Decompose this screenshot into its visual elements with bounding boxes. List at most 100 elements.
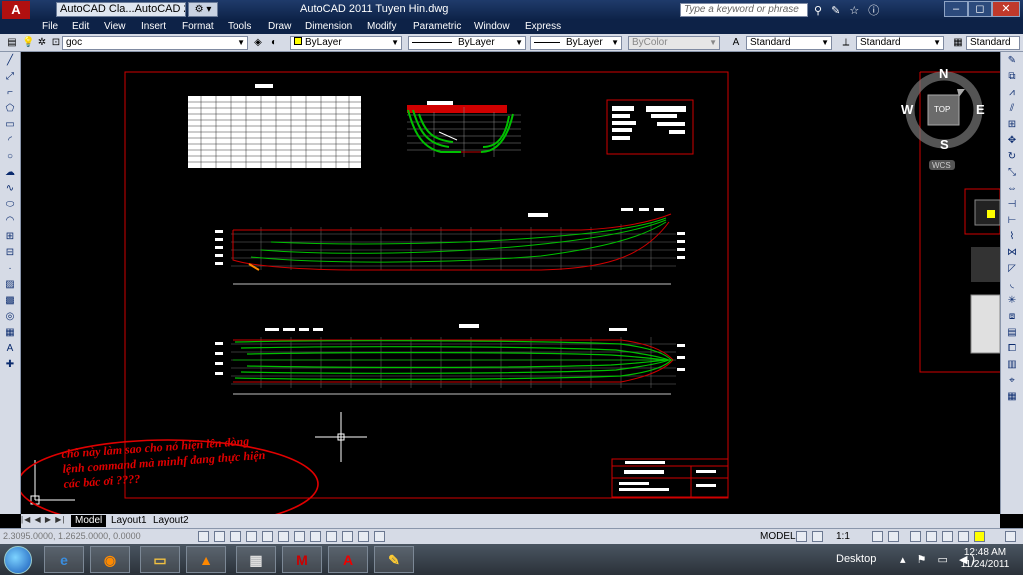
isolate-objects-icon[interactable]: [958, 531, 969, 542]
tab-layout1[interactable]: Layout1: [107, 515, 151, 527]
layer-walk-icon[interactable]: ▤: [1004, 326, 1021, 340]
hardware-accel-icon[interactable]: [942, 531, 953, 542]
gradient-icon[interactable]: ▩: [2, 294, 19, 308]
explode-icon[interactable]: ✳: [1004, 294, 1021, 308]
autocad-task-icon[interactable]: A: [328, 546, 368, 573]
group-icon[interactable]: ⧠: [1004, 342, 1021, 356]
menu-edit[interactable]: Edit: [72, 21, 89, 32]
system-clock[interactable]: 12:48 AM 11/24/2011: [955, 547, 1015, 571]
quickview-layouts-icon[interactable]: [796, 531, 807, 542]
polar-toggle-icon[interactable]: [246, 531, 257, 542]
scale-icon[interactable]: ⤡: [1004, 166, 1021, 180]
mirror-icon[interactable]: ⩘: [1004, 86, 1021, 100]
wcs-menu[interactable]: WCS: [932, 161, 951, 170]
properties-icon[interactable]: ▥: [1004, 358, 1021, 372]
mtext-icon[interactable]: A: [2, 342, 19, 356]
autoscale-icon[interactable]: [888, 531, 899, 542]
tab-nav-arrows[interactable]: |◀ ◀ ▶ ▶|: [21, 515, 65, 524]
layer-dropdown[interactable]: goc ▼: [62, 36, 248, 50]
matchprop-icon[interactable]: ⌖: [1004, 374, 1021, 388]
make-block-icon[interactable]: ⊟: [2, 246, 19, 260]
autocad-logo-icon[interactable]: A: [2, 1, 30, 19]
menu-format[interactable]: Format: [182, 21, 214, 32]
snap-toggle-icon[interactable]: [198, 531, 209, 542]
viewcube-west[interactable]: W: [901, 102, 913, 117]
break-icon[interactable]: ⌇: [1004, 230, 1021, 244]
tab-layout2[interactable]: Layout2: [149, 515, 193, 527]
ortho-toggle-icon[interactable]: [230, 531, 241, 542]
arc-icon[interactable]: ◜: [2, 134, 19, 148]
explorer-folder-icon[interactable]: ▭: [140, 546, 180, 573]
restore-button[interactable]: ◻: [968, 1, 992, 17]
array-icon[interactable]: ⊞: [1004, 118, 1021, 132]
menu-modify[interactable]: Modify: [367, 21, 396, 32]
ducs-toggle-icon[interactable]: [294, 531, 305, 542]
tab-model[interactable]: Model: [71, 515, 107, 527]
hatch-icon[interactable]: ▨: [2, 278, 19, 292]
menu-tools[interactable]: Tools: [228, 21, 251, 32]
join-icon[interactable]: ⋈: [1004, 246, 1021, 260]
dim-style-icon[interactable]: ⟂: [840, 37, 852, 49]
ellipse-arc-icon[interactable]: ◠: [2, 214, 19, 228]
stretch-icon[interactable]: ⇔: [1004, 182, 1021, 196]
clean-screen-icon[interactable]: [1005, 531, 1016, 542]
infocenter-icons[interactable]: ⚲ ✎ ☆ ⓘ: [814, 2, 882, 18]
polygon-icon[interactable]: ⬠: [2, 102, 19, 116]
otrack-toggle-icon[interactable]: [278, 531, 289, 542]
desktop-toolbar[interactable]: Desktop: [836, 553, 876, 565]
vlc-icon[interactable]: ▲: [186, 546, 226, 573]
grid-toggle-icon[interactable]: [214, 531, 225, 542]
menu-window[interactable]: Window: [474, 21, 510, 32]
dyn-toggle-icon[interactable]: [310, 531, 321, 542]
copy-icon[interactable]: ⧉: [1004, 70, 1021, 84]
model-space-label[interactable]: MODEL: [760, 531, 796, 542]
viewcube-east[interactable]: E: [976, 102, 985, 117]
quickview-drawings-icon[interactable]: [812, 531, 823, 542]
color-dropdown[interactable]: ByLayer ▼: [290, 36, 402, 50]
dim-style-dropdown[interactable]: Standard ▼: [856, 36, 944, 50]
gear-icon[interactable]: ⚙ ▾: [188, 2, 218, 17]
lineweight-dropdown[interactable]: ByLayer ▼: [530, 36, 622, 50]
mathtype-icon[interactable]: M: [282, 546, 322, 573]
make-current-icon[interactable]: ◈: [252, 37, 264, 49]
menu-insert[interactable]: Insert: [141, 21, 166, 32]
construction-line-icon[interactable]: ⤢: [2, 70, 19, 84]
point-icon[interactable]: ·: [2, 262, 19, 276]
move-icon[interactable]: ✥: [1004, 134, 1021, 148]
region-icon[interactable]: ◎: [2, 310, 19, 324]
draworder-icon[interactable]: ⧈: [1004, 310, 1021, 324]
paint-icon[interactable]: ✎: [374, 546, 414, 573]
spline-icon[interactable]: ∿: [2, 182, 19, 196]
viewcube-south[interactable]: S: [940, 137, 949, 152]
toolbar-lock-icon[interactable]: [926, 531, 937, 542]
rectangle-icon[interactable]: ▭: [2, 118, 19, 132]
text-style-dropdown[interactable]: Standard ▼: [746, 36, 832, 50]
layer-properties-icon[interactable]: ▤: [6, 37, 18, 49]
extend-icon[interactable]: ⊢: [1004, 214, 1021, 228]
help-search-input[interactable]: Type a keyword or phrase: [680, 3, 808, 17]
lightbulb-icon[interactable]: [974, 531, 985, 542]
annotation-visibility-icon[interactable]: [872, 531, 883, 542]
chamfer-icon[interactable]: ◸: [1004, 262, 1021, 276]
sc-toggle-icon[interactable]: [358, 531, 369, 542]
workspace-switch-icon[interactable]: [910, 531, 921, 542]
table-style-dropdown[interactable]: Standard: [966, 36, 1020, 50]
revcloud-icon[interactable]: ☁: [2, 166, 19, 180]
lineweight-toggle-icon[interactable]: [326, 531, 337, 542]
rotate-icon[interactable]: ↻: [1004, 150, 1021, 164]
insert-block-icon[interactable]: ⊞: [2, 230, 19, 244]
osnap-toggle-icon[interactable]: [262, 531, 273, 542]
coordinate-readout[interactable]: 2.3095.0000, 1.2625.0000, 0.0000: [3, 531, 141, 541]
menu-draw[interactable]: Draw: [268, 21, 291, 32]
quickcalc-icon[interactable]: ▦: [1004, 390, 1021, 404]
offset-icon[interactable]: ⫽: [1004, 102, 1021, 116]
text-style-icon[interactable]: A: [730, 37, 742, 49]
table-style-icon[interactable]: ▦: [952, 37, 964, 49]
menu-file[interactable]: File: [42, 21, 58, 32]
viewcube-top-face[interactable]: TOP: [934, 105, 950, 114]
erase-icon[interactable]: ✎: [1004, 54, 1021, 68]
ie-icon[interactable]: e: [44, 546, 84, 573]
am-toggle-icon[interactable]: [374, 531, 385, 542]
annotation-scale[interactable]: 1:1: [836, 531, 850, 542]
fillet-icon[interactable]: ◟: [1004, 278, 1021, 292]
